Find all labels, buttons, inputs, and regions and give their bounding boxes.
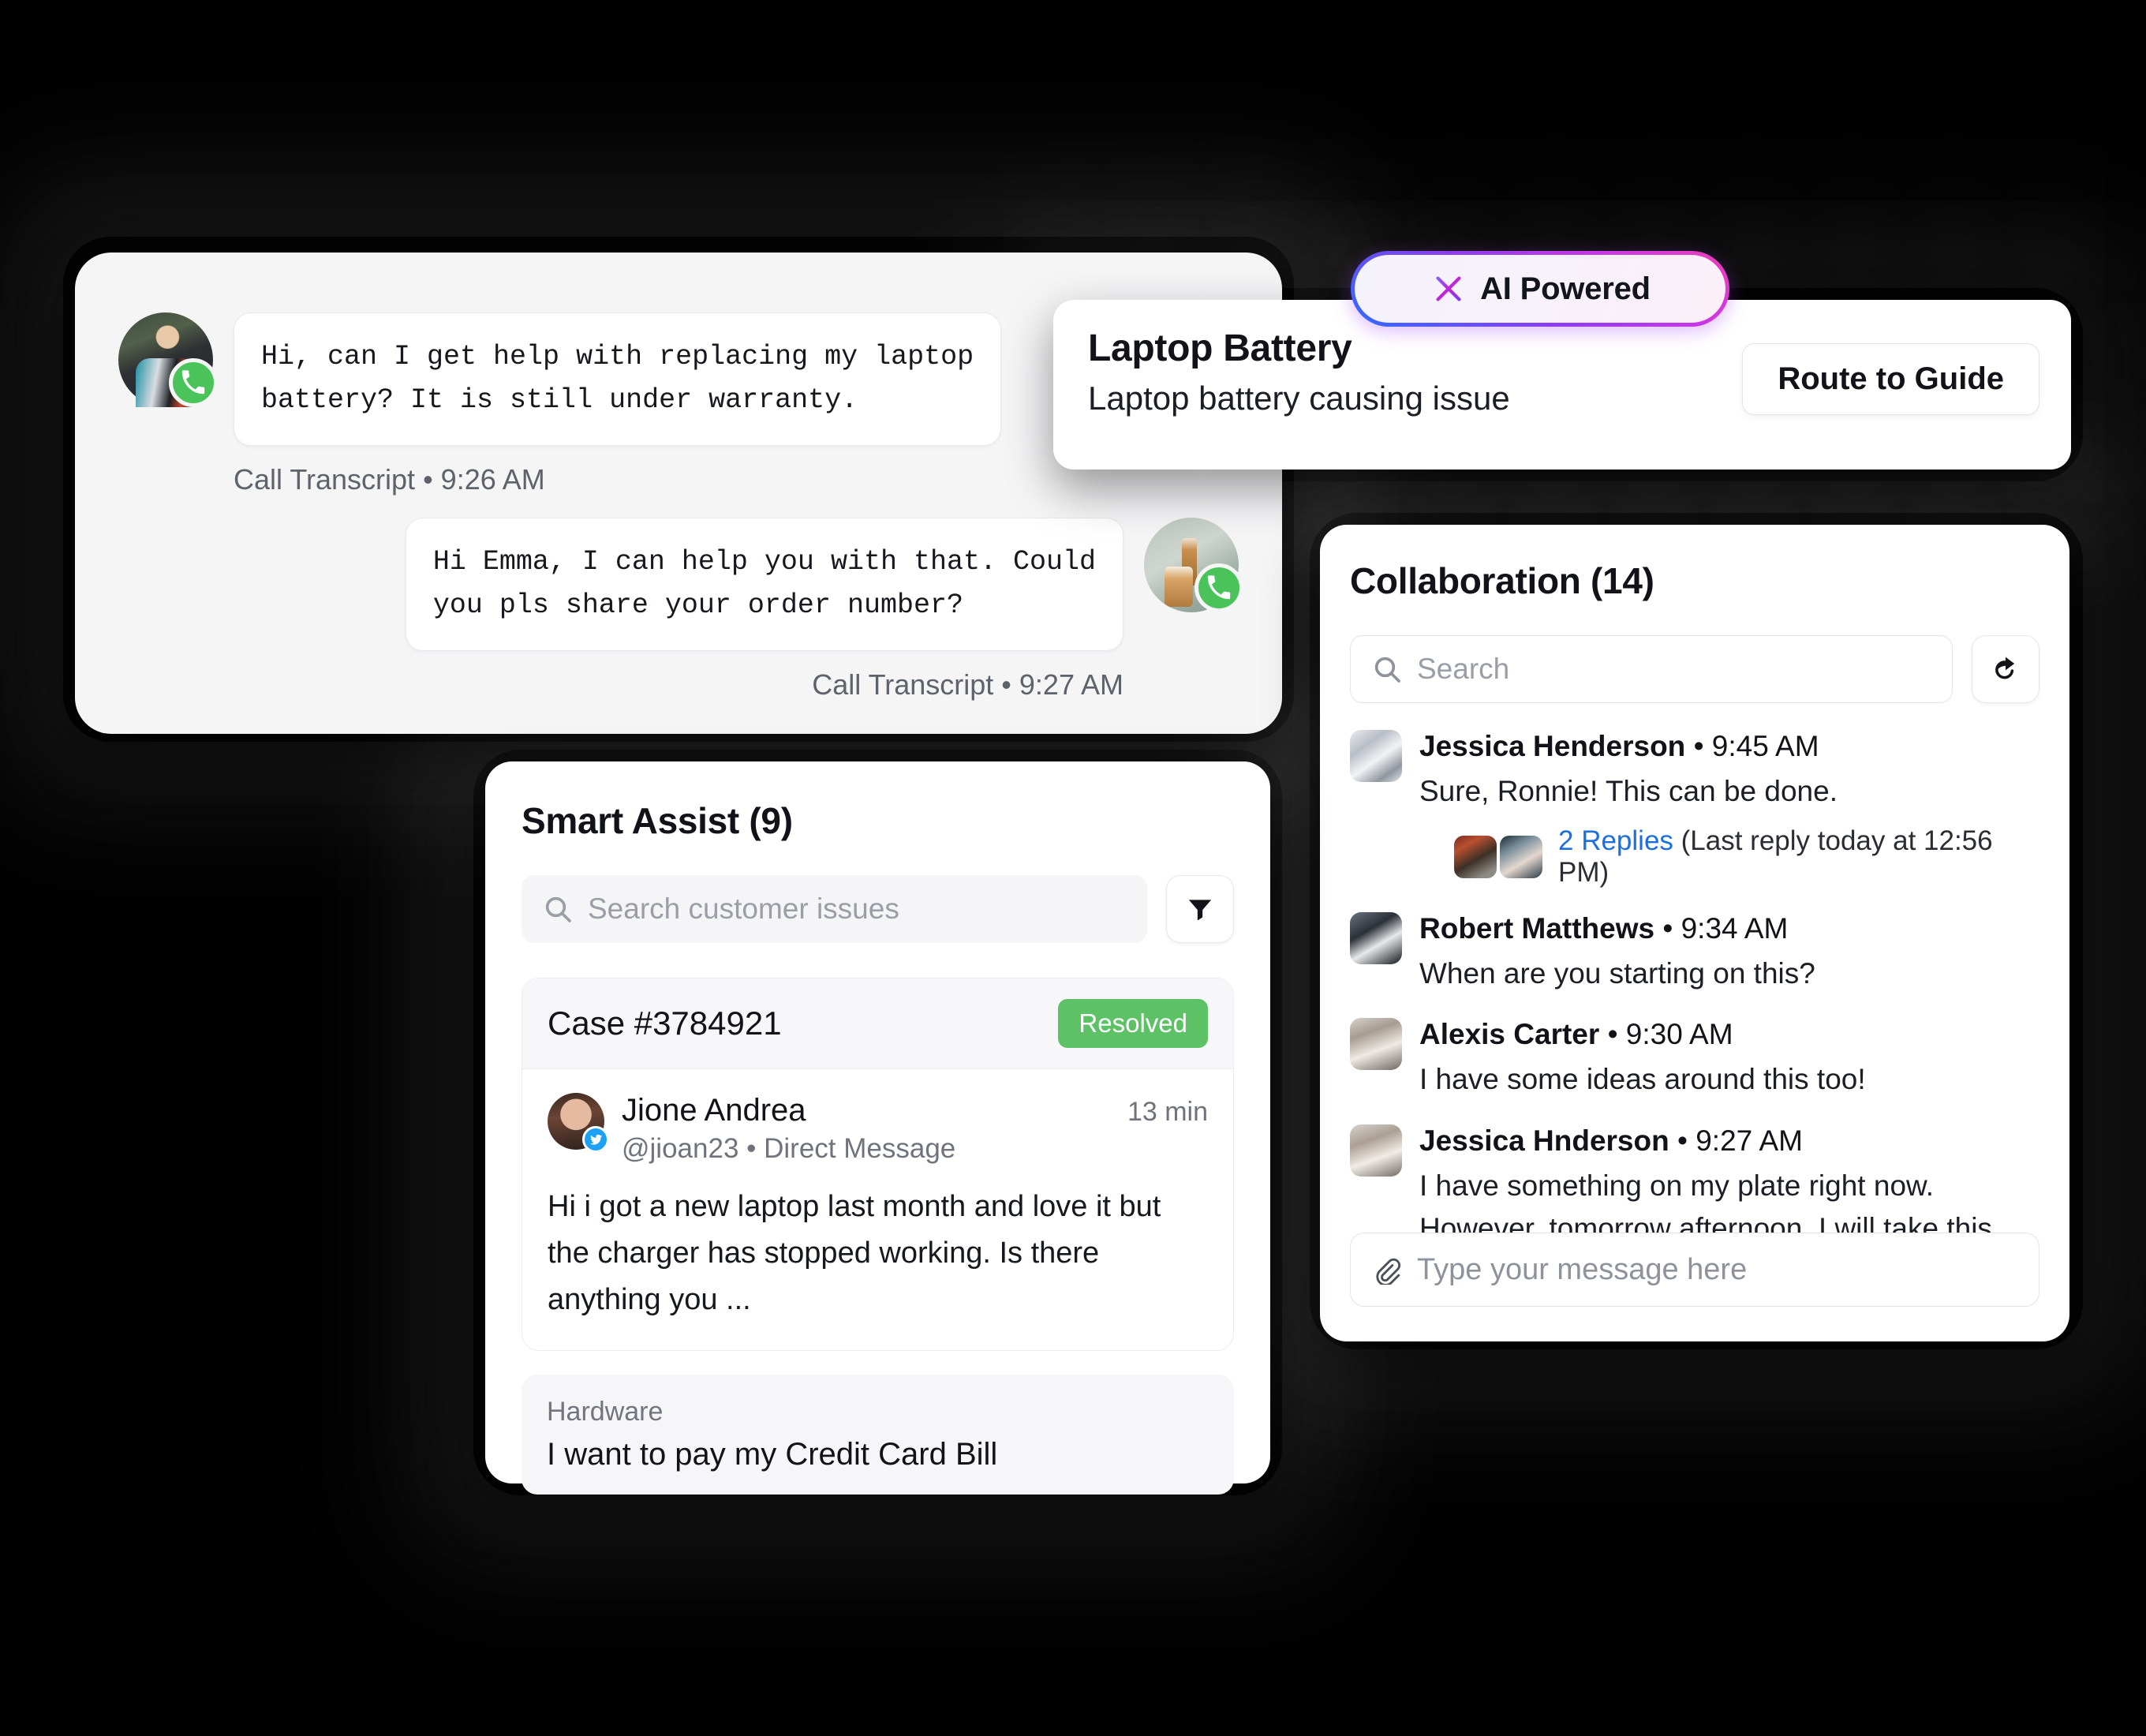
- phone-icon: [1195, 563, 1243, 612]
- message-author-name: Alexis Carter: [1419, 1018, 1600, 1051]
- message-composer[interactable]: [1350, 1233, 2039, 1307]
- chat-message-outbound: Hi Emma, I can help you with that. Could…: [405, 518, 1243, 702]
- hardware-suggestion-card[interactable]: Hardware I want to pay my Credit Card Bi…: [522, 1374, 1234, 1495]
- message-time: • 9:30 AM: [1599, 1018, 1733, 1051]
- paperclip-icon: [1376, 1258, 1401, 1285]
- avatar: [1350, 730, 1402, 782]
- search-icon: [1374, 657, 1400, 683]
- hardware-category-label: Hardware: [547, 1396, 664, 1427]
- avatar: [1350, 1124, 1402, 1177]
- message-author-name: Jessica Hnderson: [1419, 1124, 1669, 1157]
- collaboration-search-row: [1350, 635, 2039, 703]
- search-customer-issues-box[interactable]: [522, 875, 1147, 943]
- avatar: [1350, 1018, 1402, 1071]
- screenshot-root: Hi, can I get help with replacing my lap…: [0, 0, 2146, 1736]
- message-author: Jessica Henderson • 9:45 AM: [1419, 730, 2039, 763]
- collaboration-title: Collaboration (14): [1350, 560, 1654, 601]
- list-item[interactable]: Jessica Henderson • 9:45 AM Sure, Ronnie…: [1350, 730, 2039, 889]
- collaboration-search-input[interactable]: [1417, 653, 1931, 686]
- case-card-header: Case #3784921 Resolved: [522, 978, 1233, 1069]
- case-card-body: Jione Andrea 13 min @jioan23 • Direct Me…: [522, 1069, 1233, 1350]
- filter-icon: [1188, 900, 1212, 921]
- collaboration-panel: Collaboration (14) Jessica H: [1320, 525, 2069, 1341]
- twitter-icon: [582, 1126, 609, 1153]
- search-icon: [545, 896, 571, 922]
- filter-button[interactable]: [1166, 875, 1234, 943]
- smart-assist-title: Smart Assist (9): [522, 800, 793, 841]
- collaboration-search-box[interactable]: [1350, 635, 1953, 703]
- message-meta: Call Transcript • 9:26 AM: [234, 462, 545, 496]
- list-item[interactable]: Robert Matthews • 9:34 AM When are you s…: [1350, 911, 2039, 995]
- message-text: When are you starting on this?: [1419, 956, 1815, 990]
- message-author: Jessica Hnderson • 9:27 AM: [1419, 1124, 2039, 1158]
- avatar: [1454, 835, 1497, 878]
- replies-row[interactable]: 2 Replies (Last reply today at 12:56 PM): [1454, 825, 2039, 889]
- message-time: • 9:45 AM: [1685, 730, 1819, 762]
- case-id: Case #3784921: [548, 1005, 782, 1042]
- message-meta: Call Transcript • 9:27 AM: [812, 668, 1123, 701]
- list-item[interactable]: Alexis Carter • 9:30 AM I have some idea…: [1350, 1018, 2039, 1101]
- phone-icon: [169, 358, 218, 407]
- case-body-text: Hi i got a new laptop last month and lov…: [548, 1190, 1161, 1316]
- message-author: Robert Matthews • 9:34 AM: [1419, 912, 2039, 945]
- route-to-guide-button[interactable]: Route to Guide: [1742, 343, 2039, 415]
- share-button[interactable]: [1972, 635, 2039, 703]
- share-icon: [1995, 657, 2015, 679]
- avatar: [1500, 835, 1542, 878]
- avatar: [118, 312, 218, 407]
- message-text: Sure, Ronnie! This can be done.: [1419, 775, 1838, 807]
- collaboration-message-list: Jessica Henderson • 9:45 AM Sure, Ronnie…: [1350, 730, 2039, 1292]
- status-badge: Resolved: [1058, 999, 1208, 1048]
- case-card[interactable]: Case #3784921 Resolved Jione Andrea 13 m…: [522, 978, 1234, 1351]
- smart-assist-search-row: [522, 875, 1234, 943]
- message-time: • 9:27 AM: [1669, 1124, 1803, 1157]
- message-text: I have some ideas around this too!: [1419, 1063, 1866, 1096]
- message-bubble: Hi, can I get help with replacing my lap…: [234, 312, 1002, 446]
- message-input[interactable]: [1417, 1252, 2018, 1287]
- replies-link[interactable]: 2 Replies: [1558, 825, 1673, 856]
- message-author-name: Robert Matthews: [1419, 911, 1655, 945]
- message-bubble: Hi Emma, I can help you with that. Could…: [405, 518, 1123, 651]
- case-author-handle: @jioan23 • Direct Message: [622, 1133, 956, 1164]
- message-author: Alexis Carter • 9:30 AM: [1419, 1018, 2039, 1051]
- replies-summary: 2 Replies (Last reply today at 12:56 PM): [1558, 825, 2039, 889]
- case-author-name: Jione Andrea: [622, 1093, 806, 1128]
- avatar: [1144, 518, 1243, 612]
- hardware-suggestion-text: I want to pay my Credit Card Bill: [547, 1436, 998, 1472]
- case-author-row: Jione Andrea 13 min @jioan23 • Direct Me…: [548, 1093, 1208, 1165]
- avatar: [1350, 911, 1402, 964]
- chat-message-inbound: Hi, can I get help with replacing my lap…: [118, 312, 1002, 496]
- avatar: [548, 1093, 609, 1153]
- message-time: • 9:34 AM: [1654, 911, 1789, 945]
- message-author-name: Jessica Henderson: [1419, 730, 1686, 762]
- ai-powered-badge[interactable]: AI Powered: [1351, 251, 1729, 327]
- sparkle-icon: [1431, 271, 1466, 306]
- ai-powered-label: AI Powered: [1480, 271, 1651, 306]
- search-customer-issues-input[interactable]: [588, 892, 1127, 926]
- smart-assist-panel: Smart Assist (9) Case #3784921 Resolved: [485, 761, 1270, 1495]
- case-time-ago: 13 min: [1127, 1097, 1208, 1127]
